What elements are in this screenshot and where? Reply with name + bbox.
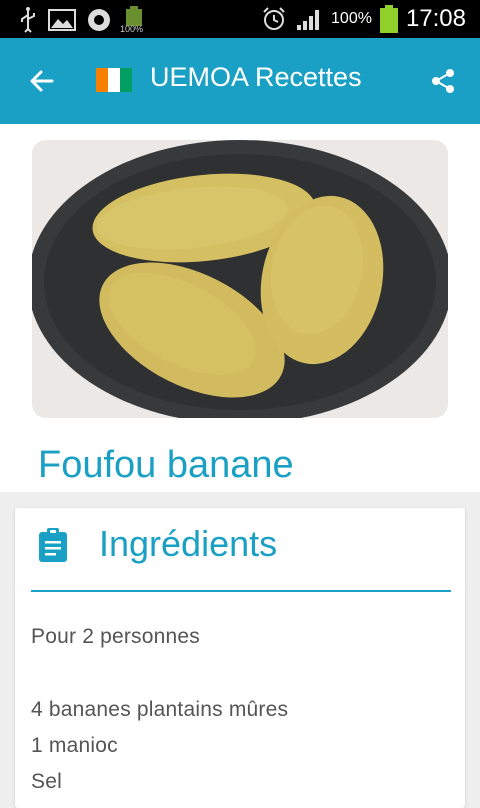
share-icon[interactable] <box>430 68 456 94</box>
gallery-icon <box>48 9 76 31</box>
sync-icon <box>88 9 110 31</box>
recipe-photo <box>32 140 448 418</box>
alarm-icon <box>263 7 285 30</box>
status-bar: 100% 100% 17:08 <box>0 0 480 38</box>
app-bar: UEMOA Recettes <box>0 38 480 124</box>
servings-text: Pour 2 personnes <box>31 625 200 648</box>
heading-divider <box>31 590 451 592</box>
battery-small-label: 100% <box>120 24 144 34</box>
clock: 17:08 <box>405 5 466 32</box>
flag-stripe-white <box>108 68 120 92</box>
signal-icon <box>297 10 320 30</box>
recipe-header-card: Foufou banane <box>0 124 480 492</box>
clipboard-icon <box>39 528 67 562</box>
app-title: UEMOA Recettes <box>150 62 362 92</box>
battery-icon <box>379 5 398 33</box>
ingredient-item: Sel <box>31 770 62 793</box>
ingredients-card: Ingrédients Pour 2 personnes 4 bananes p… <box>15 508 465 808</box>
flag-icon <box>96 68 132 92</box>
ingredient-item: 1 manioc <box>31 734 118 757</box>
battery-percent: 100% <box>331 10 372 27</box>
recipe-title: Foufou banane <box>38 444 294 486</box>
flag-stripe-green <box>120 68 132 92</box>
usb-icon <box>21 7 35 33</box>
ingredients-heading: Ingrédients <box>99 523 278 564</box>
ingredient-item: 4 bananes plantains mûres <box>31 698 289 721</box>
back-arrow-icon[interactable] <box>28 67 56 95</box>
battery-small-icon: 100% <box>120 6 146 34</box>
flag-stripe-orange <box>96 68 108 92</box>
